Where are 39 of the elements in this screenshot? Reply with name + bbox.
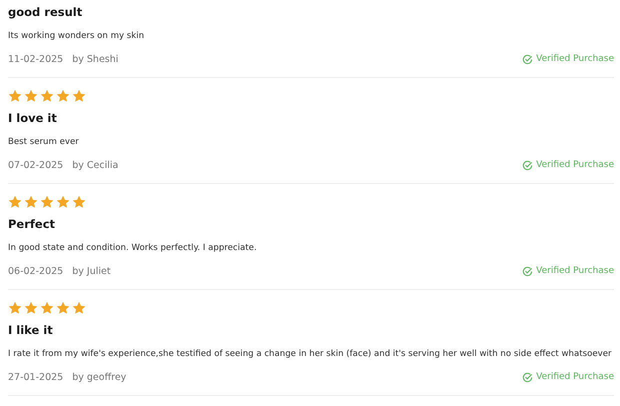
star-icon	[40, 89, 54, 103]
review-title: Perfect	[8, 216, 56, 233]
star-icon	[24, 195, 38, 209]
review-title: I love it	[8, 110, 57, 127]
review-author: by Cecilia	[72, 160, 118, 170]
verified-label: Verified Purchase	[536, 372, 614, 382]
check-circle-icon	[522, 54, 534, 64]
review-text: I rate it from my wife's experience,she testified of seeing a change in her skin (face) and it's serving her well with no side effect whatsoever	[8, 348, 612, 361]
star-icon	[40, 195, 54, 209]
check-circle-icon	[522, 160, 534, 170]
review-title: good result	[8, 4, 82, 21]
star-icon	[56, 89, 70, 103]
review-date: 27-01-2025	[8, 372, 64, 382]
review-date: 11-02-2025	[8, 54, 64, 64]
review-date: 07-02-2025	[8, 160, 64, 170]
verified-label: Verified Purchase	[536, 54, 614, 64]
star-icon	[8, 89, 22, 103]
verified-label: Verified Purchase	[536, 160, 614, 170]
star-icon	[56, 195, 70, 209]
star-icon	[72, 301, 86, 315]
review-text: In good state and condition. Works perfectly. I appreciate.	[8, 242, 257, 255]
review-text: Its working wonders on my skin	[8, 30, 144, 43]
review-author: by geoffrey	[72, 372, 126, 382]
star-icon	[8, 301, 22, 315]
verified-label: Verified Purchase	[536, 266, 614, 276]
star-icon	[24, 301, 38, 315]
star-icon	[72, 195, 86, 209]
review-author: by Juliet	[72, 266, 111, 276]
star-icon	[72, 89, 86, 103]
review-date: 06-02-2025	[8, 266, 64, 276]
star-icon	[8, 195, 22, 209]
review-text: Best serum ever	[8, 136, 79, 149]
star-icon	[40, 301, 54, 315]
check-circle-icon	[522, 372, 534, 382]
check-circle-icon	[522, 266, 534, 276]
review-author: by Sheshi	[72, 54, 118, 64]
star-icon	[24, 89, 38, 103]
star-icon	[56, 301, 70, 315]
review-title: I like it	[8, 322, 53, 339]
